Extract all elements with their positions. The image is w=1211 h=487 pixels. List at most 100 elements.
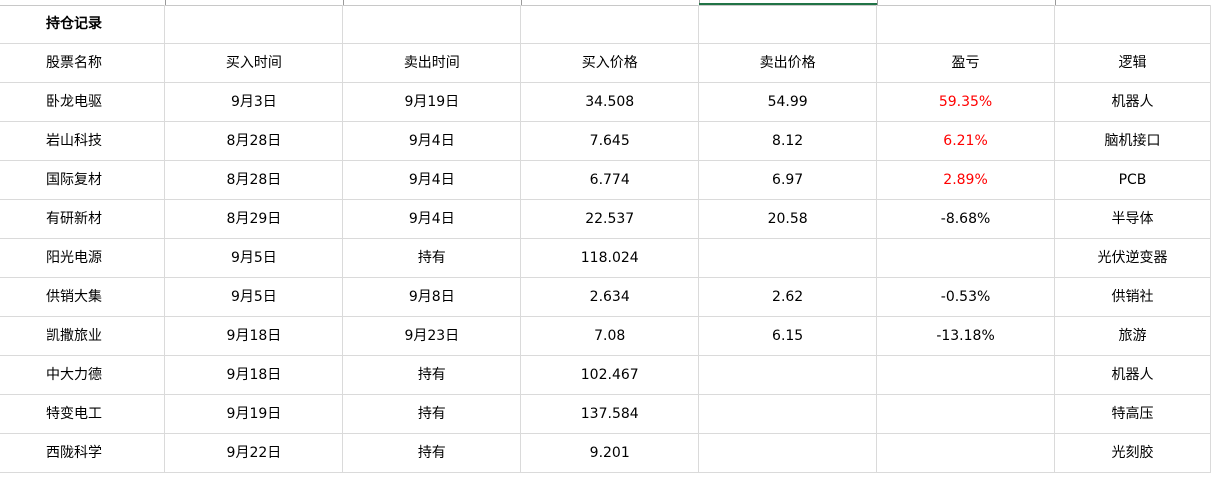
sell-date-cell[interactable]: 持有 [342,355,522,395]
buy-price-value: 9.201 [589,445,630,461]
pnl-cell[interactable]: -13.18% [876,316,1055,356]
sell-price-value: 54.99 [767,94,808,110]
pnl-cell[interactable]: 59.35% [876,82,1055,122]
table-row: 供销大集 9月5日 9月8日 2.634 2.62 -0.53% 供销社 [0,277,1211,317]
sell-date-cell[interactable]: 9月19日 [342,82,522,122]
buy-price-cell[interactable]: 6.774 [520,160,700,200]
sell-price-cell[interactable]: 54.99 [698,82,878,122]
empty-cell[interactable] [698,5,878,44]
empty-cell[interactable] [876,5,1055,44]
logic-cell[interactable]: 光伏逆变器 [1054,238,1211,278]
buy-date-cell[interactable]: 8月28日 [164,121,344,161]
stock-name-cell[interactable]: 西陇科学 [0,433,166,473]
buy-price-cell[interactable]: 2.634 [520,277,700,317]
buy-date-cell[interactable]: 9月18日 [164,316,344,356]
pnl-cell[interactable] [876,355,1055,395]
pnl-cell[interactable]: 6.21% [876,121,1055,161]
logic-cell[interactable]: 光刻胶 [1054,433,1211,473]
logic-cell[interactable]: 脑机接口 [1054,121,1211,161]
buy-price-value: 6.774 [589,172,630,188]
pnl-value: -0.53% [940,289,991,305]
header-cell-name[interactable]: 股票名称 [0,43,166,83]
stock-name-cell[interactable]: 卧龙电驱 [0,82,166,122]
stock-name-cell[interactable]: 阳光电源 [0,238,166,278]
header-label: 买入价格 [581,55,638,71]
sell-date-cell[interactable]: 持有 [342,238,522,278]
stock-name-cell[interactable]: 凯撒旅业 [0,316,166,356]
sell-date-value: 持有 [417,367,446,383]
sell-price-cell[interactable] [698,355,878,395]
stock-name-cell[interactable]: 有研新材 [0,199,166,239]
buy-date-cell[interactable]: 8月28日 [164,160,344,200]
sell-date-cell[interactable]: 9月23日 [342,316,522,356]
header-cell-buy-date[interactable]: 买入时间 [164,43,344,83]
sell-date-cell[interactable]: 持有 [342,433,522,473]
buy-price-cell[interactable]: 118.024 [520,238,700,278]
sell-price-cell[interactable] [698,238,878,278]
buy-price-cell[interactable]: 102.467 [520,355,700,395]
buy-price-cell[interactable]: 22.537 [520,199,700,239]
stock-name-cell[interactable]: 岩山科技 [0,121,166,161]
sheet-title: 持仓记录 [46,16,102,32]
sell-date-value: 9月4日 [408,172,455,188]
pnl-value: 6.21% [943,133,988,149]
stock-name-cell[interactable]: 国际复材 [0,160,166,200]
stock-name-cell[interactable]: 中大力德 [0,355,166,395]
sell-price-cell[interactable]: 6.97 [698,160,878,200]
buy-price-cell[interactable]: 137.584 [520,394,700,434]
sell-price-cell[interactable]: 6.15 [698,316,878,356]
buy-price-cell[interactable]: 7.08 [520,316,700,356]
sell-price-cell[interactable]: 8.12 [698,121,878,161]
logic-value: 机器人 [1111,94,1154,110]
header-label: 盈亏 [951,55,980,71]
buy-date-cell[interactable]: 9月5日 [164,277,344,317]
sell-price-cell[interactable]: 2.62 [698,277,878,317]
buy-price-cell[interactable]: 34.508 [520,82,700,122]
logic-cell[interactable]: 半导体 [1054,199,1211,239]
logic-cell[interactable]: 机器人 [1054,355,1211,395]
logic-value: 光刻胶 [1111,445,1154,461]
logic-cell[interactable]: 特高压 [1054,394,1211,434]
stock-name-value: 卧龙电驱 [46,94,102,110]
pnl-cell[interactable] [876,238,1055,278]
header-cell-sell-price[interactable]: 卖出价格 [698,43,878,83]
header-cell-sell-date[interactable]: 卖出时间 [342,43,522,83]
sell-date-cell[interactable]: 9月8日 [342,277,522,317]
empty-cell[interactable] [164,5,344,44]
sheet-title-cell[interactable]: 持仓记录 [0,5,166,44]
header-cell-logic[interactable]: 逻辑 [1054,43,1211,83]
empty-cell[interactable] [342,5,522,44]
buy-date-cell[interactable]: 9月19日 [164,394,344,434]
logic-cell[interactable]: PCB [1054,160,1211,200]
sell-date-cell[interactable]: 9月4日 [342,121,522,161]
sell-date-cell[interactable]: 持有 [342,394,522,434]
buy-date-cell[interactable]: 9月18日 [164,355,344,395]
sell-price-cell[interactable] [698,433,878,473]
buy-price-cell[interactable]: 7.645 [520,121,700,161]
pnl-cell[interactable] [876,433,1055,473]
pnl-cell[interactable]: -8.68% [876,199,1055,239]
empty-cell[interactable] [520,5,700,44]
buy-date-cell[interactable]: 9月5日 [164,238,344,278]
buy-date-cell[interactable]: 9月22日 [164,433,344,473]
sell-date-cell[interactable]: 9月4日 [342,199,522,239]
pnl-cell[interactable] [876,394,1055,434]
buy-date-cell[interactable]: 9月3日 [164,82,344,122]
table-row: 国际复材 8月28日 9月4日 6.774 6.97 2.89% PCB [0,160,1211,200]
logic-cell[interactable]: 旅游 [1054,316,1211,356]
pnl-cell[interactable]: -0.53% [876,277,1055,317]
buy-date-cell[interactable]: 8月29日 [164,199,344,239]
sell-date-cell[interactable]: 9月4日 [342,160,522,200]
sell-price-cell[interactable] [698,394,878,434]
logic-cell[interactable]: 机器人 [1054,82,1211,122]
pnl-cell[interactable]: 2.89% [876,160,1055,200]
stock-name-cell[interactable]: 供销大集 [0,277,166,317]
stock-name-cell[interactable]: 特变电工 [0,394,166,434]
sell-price-cell[interactable]: 20.58 [698,199,878,239]
header-cell-pnl[interactable]: 盈亏 [876,43,1055,83]
buy-price-cell[interactable]: 9.201 [520,433,700,473]
logic-cell[interactable]: 供销社 [1054,277,1211,317]
header-cell-buy-price[interactable]: 买入价格 [520,43,700,83]
pnl-value: 59.35% [938,94,993,110]
empty-cell[interactable] [1054,5,1211,44]
